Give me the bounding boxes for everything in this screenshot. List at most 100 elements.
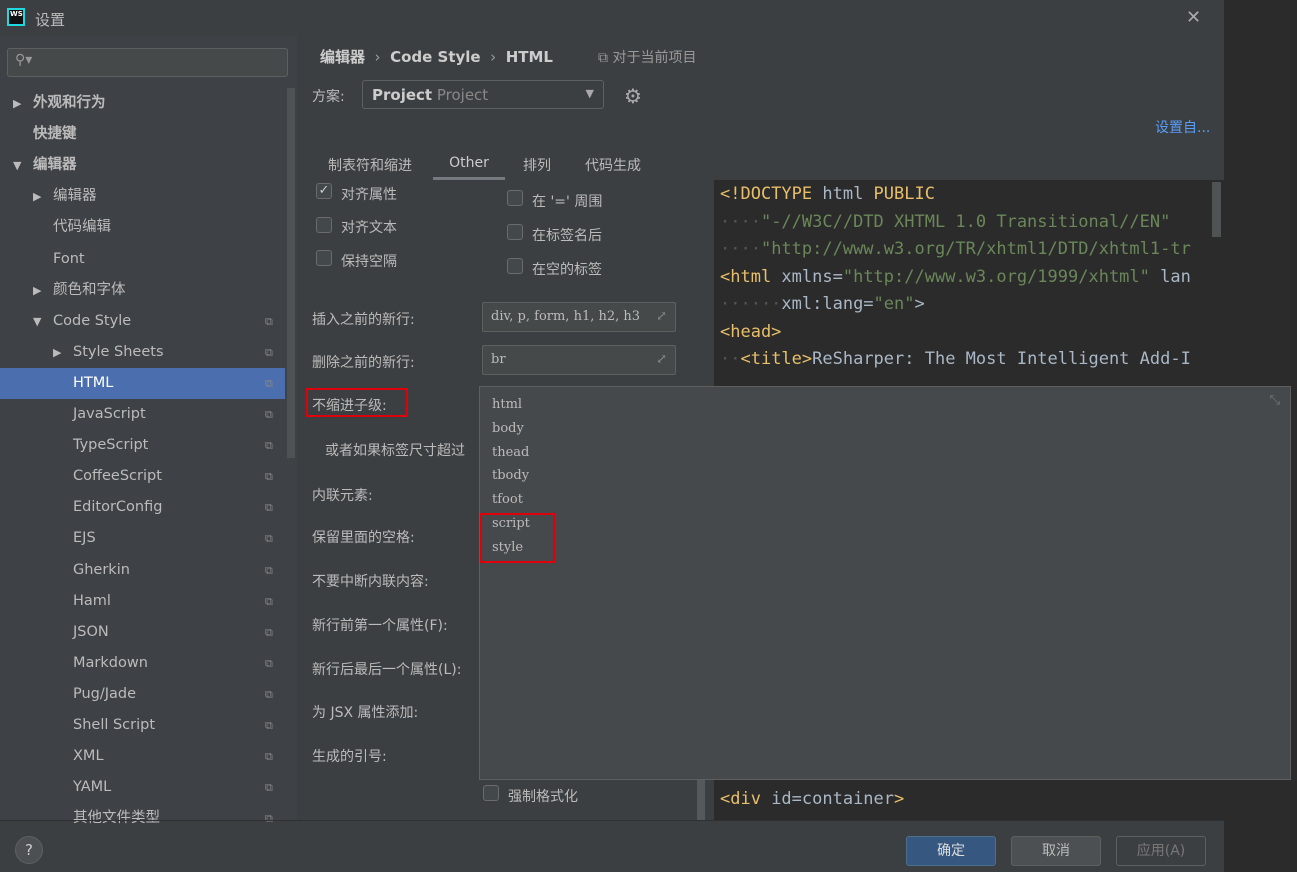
tab-tabs-indents[interactable]: 制表符和缩进 (328, 155, 412, 175)
sidebar-item[interactable]: 其他文件类型 ⧉ (0, 803, 285, 834)
expand-arrow-icon[interactable]: ▶ (13, 88, 21, 119)
sidebar-item-label: TypeScript (73, 437, 149, 454)
scheme-value: Project (436, 86, 489, 104)
sidebar-item[interactable]: ▶ 外观和行为 (0, 88, 285, 119)
sidebar-item-label: 快捷键 (33, 126, 77, 143)
ok-button[interactable]: 确定 (906, 836, 996, 866)
expand-icon[interactable]: ⤢ (656, 303, 667, 331)
sidebar-item[interactable]: CoffeeScript ⧉ (0, 461, 285, 492)
align-attributes-checkbox[interactable]: ✓ (316, 183, 332, 199)
code-line: <!DOCTYPE html PUBLIC (720, 184, 935, 204)
code-line: ··<title>ReSharper: The Most Intelligent… (720, 349, 1191, 369)
gear-icon[interactable]: ⚙ (624, 84, 642, 108)
collapse-arrow-icon[interactable]: ▼ (13, 150, 21, 181)
options-scrollbar[interactable] (697, 780, 705, 820)
insert-before-field[interactable]: div, p, form, h1, h2, h3 ⤢ (482, 302, 676, 332)
sidebar-item[interactable]: ▶ Style Sheets ⧉ (0, 337, 285, 368)
close-icon[interactable]: ✕ (1186, 7, 1201, 28)
sidebar-item[interactable]: Gherkin ⧉ (0, 555, 285, 586)
checkbox-label: 在标签名后 (532, 228, 602, 244)
breadcrumb-item[interactable]: 编辑器 (320, 48, 365, 66)
first-attr-label: 新行前第一个属性(F): (312, 618, 448, 634)
sidebar-item[interactable]: HTML ⧉ (0, 367, 285, 399)
expand-arrow-icon[interactable]: ▶ (33, 181, 41, 212)
no-indent-tags-popup[interactable]: ⤡ (479, 386, 1291, 780)
scheme-label: 方案: (312, 89, 345, 105)
sidebar-item[interactable]: ▶ 颜色和字体 (0, 275, 285, 306)
code-line: <head> (720, 322, 782, 342)
scheme-dropdown[interactable]: Project Project ▼ (362, 80, 604, 109)
breadcrumb-item: HTML (505, 48, 553, 66)
collapse-icon[interactable]: ⤡ (1270, 393, 1280, 408)
sidebar-item[interactable]: ▼ 编辑器 (0, 150, 285, 181)
sidebar-item-label: CoffeeScript (73, 468, 162, 485)
sidebar-item-label: Code Style (53, 312, 132, 329)
sidebar-item[interactable]: Shell Script ⧉ (0, 710, 285, 741)
chevron-down-icon: ▼ (585, 87, 594, 100)
sidebar-item-label: 外观和行为 (33, 95, 106, 111)
popup-item[interactable]: thead (492, 445, 529, 460)
popup-item[interactable]: tbody (492, 468, 529, 483)
help-button[interactable]: ? (15, 836, 43, 864)
sidebar-item-label: 颜色和字体 (53, 281, 126, 298)
expand-icon[interactable]: ⤢ (656, 346, 667, 374)
copy-icon: ⧉ (265, 656, 273, 670)
sidebar-item[interactable]: Font (0, 244, 285, 275)
search-input[interactable]: ⚲▾ (7, 48, 288, 77)
keep-whitespace-checkbox[interactable] (316, 250, 332, 266)
sidebar-item-label: Shell Script (73, 717, 156, 733)
tab-code-generation[interactable]: 代码生成 (585, 155, 641, 175)
code-line: <div id=container> (720, 789, 905, 809)
window-title: 设置 (35, 11, 66, 29)
sidebar-item-label: 编辑器 (53, 188, 97, 205)
sidebar-item-label: XML (73, 748, 104, 765)
sidebar-item[interactable]: JSON ⧉ (0, 617, 285, 648)
around-equals-checkbox[interactable] (507, 190, 523, 206)
sidebar-scrollbar[interactable] (287, 88, 295, 458)
scheme-value-bold: Project (372, 86, 433, 104)
tab-other[interactable]: Other (433, 146, 505, 180)
preview-scrollbar[interactable] (1212, 182, 1221, 237)
sidebar-item[interactable]: Haml ⧉ (0, 586, 285, 617)
tab-arrangement[interactable]: 排列 (523, 155, 551, 175)
empty-tag-checkbox[interactable] (507, 258, 523, 274)
expand-arrow-icon[interactable]: ▶ (53, 337, 61, 368)
force-format-checkbox[interactable] (483, 785, 499, 801)
copy-icon: ⧉ (265, 781, 273, 795)
sidebar-item[interactable]: TypeScript ⧉ (0, 430, 285, 461)
sidebar-item-label: 其他文件类型 (73, 810, 160, 827)
sidebar-item-label: Pug/Jade (73, 685, 137, 702)
quotes-label: 生成的引号: (312, 749, 387, 765)
sidebar-item[interactable]: 代码编辑 (0, 212, 285, 243)
copy-icon: ⧉ (265, 314, 273, 328)
sidebar-item[interactable]: EditorConfig ⧉ (0, 492, 285, 523)
sidebar-item[interactable]: XML ⧉ (0, 741, 285, 772)
popup-item[interactable]: body (492, 421, 524, 436)
sidebar-item-label: Style Sheets (73, 343, 164, 360)
copy-icon: ⧉ (265, 719, 273, 732)
popup-item[interactable]: tfoot (492, 492, 523, 507)
sidebar-item[interactable]: ▼ Code Style ⧉ (0, 306, 285, 337)
footer-divider (0, 820, 1224, 821)
expand-arrow-icon[interactable]: ▶ (33, 275, 41, 306)
sidebar-item[interactable]: EJS ⧉ (0, 523, 285, 554)
sidebar-item[interactable]: ▶ 编辑器 (0, 181, 285, 212)
sidebar-item[interactable]: YAML ⧉ (0, 772, 285, 803)
align-text-checkbox[interactable] (316, 217, 332, 233)
popup-item[interactable]: html (492, 397, 522, 412)
remove-before-field[interactable]: br ⤢ (482, 345, 676, 375)
sidebar-item[interactable]: 快捷键 (0, 119, 285, 150)
sidebar-item[interactable]: Pug/Jade ⧉ (0, 679, 285, 710)
apply-button[interactable]: 应用(A) (1116, 836, 1206, 866)
breadcrumb-item[interactable]: Code Style (390, 48, 481, 66)
sidebar-item[interactable]: Markdown ⧉ (0, 648, 285, 679)
code-line: ····"-//W3C//DTD XHTML 1.0 Transitional/… (720, 212, 1171, 232)
set-from-link[interactable]: 设置自... (1155, 117, 1210, 137)
checkbox-label: 保持空隔 (341, 254, 397, 270)
cancel-button[interactable]: 取消 (1011, 836, 1101, 866)
collapse-arrow-icon[interactable]: ▼ (33, 306, 41, 337)
checkbox-label: 对齐文本 (341, 220, 397, 236)
sidebar-item[interactable]: JavaScript ⧉ (0, 399, 285, 430)
insert-before-label: 插入之前的新行: (312, 312, 415, 328)
after-tag-name-checkbox[interactable] (507, 224, 523, 240)
